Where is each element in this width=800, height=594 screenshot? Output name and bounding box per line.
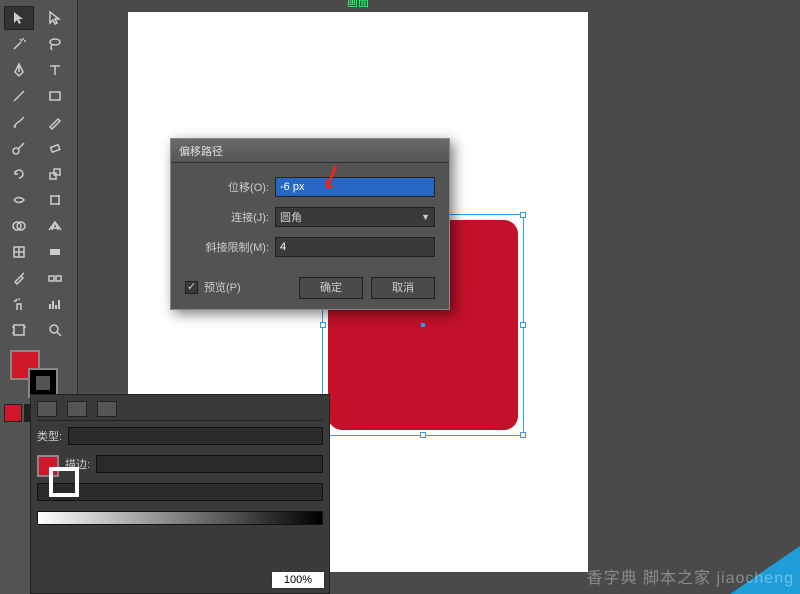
selection-tool[interactable] [4,6,34,30]
width-tool[interactable] [4,188,34,212]
stroke-field[interactable] [96,455,323,473]
graphic-style-select[interactable] [68,427,323,445]
rectangle-tool[interactable] [40,84,70,108]
panel-tabs [37,401,323,421]
zoom-level[interactable]: 100% [271,571,325,589]
join-select[interactable]: 圆角 ▼ [275,207,435,227]
annotation-arrow-icon [324,164,338,192]
fill-stroke-swatches[interactable] [4,350,73,396]
gradient-slider[interactable] [37,511,323,525]
resize-handle[interactable] [520,212,526,218]
offset-path-dialog: 偏移路径 位移(O): 连接(J): 圆角 ▼ 斜接限制(M): [170,138,450,310]
offset-label: 位移(O): [185,179,269,195]
color-mode-color[interactable] [4,404,22,422]
perspective-grid-tool[interactable] [40,214,70,238]
miter-input[interactable] [275,237,435,257]
shape-builder-tool[interactable] [4,214,34,238]
paintbrush-tool[interactable] [4,110,34,134]
opacity-field[interactable] [37,483,323,501]
panel-tab[interactable] [97,401,117,417]
mesh-tool[interactable] [4,240,34,264]
bottom-panel-group: 类型: 描边: 100% [30,394,330,594]
cancel-button[interactable]: 取消 [371,277,435,299]
symbol-sprayer-tool[interactable] [4,292,34,316]
artboard-tool[interactable] [4,318,34,342]
gradient-tool[interactable] [40,240,70,264]
resize-handle[interactable] [320,322,326,328]
dialog-title: 偏移路径 [179,143,223,159]
eyedropper-tool[interactable] [4,266,34,290]
preview-checkbox[interactable] [185,281,198,294]
panel-tab[interactable] [67,401,87,417]
rotate-tool[interactable] [4,162,34,186]
ok-button[interactable]: 确定 [299,277,363,299]
join-label: 连接(J): [185,209,269,225]
panel-tab[interactable] [37,401,57,417]
type-label: 类型: [37,428,62,444]
zoom-tool[interactable] [40,318,70,342]
column-graph-tool[interactable] [40,292,70,316]
chevron-down-icon: ▼ [421,212,430,222]
lasso-tool[interactable] [40,32,70,56]
type-tool[interactable] [40,58,70,82]
pen-tool[interactable] [4,58,34,82]
appearance-fill-swatch[interactable] [37,455,59,477]
center-point-icon [421,323,425,327]
preview-label: 预览(P) [204,279,241,295]
direct-selection-tool[interactable] [40,6,70,30]
line-segment-tool[interactable] [4,84,34,108]
scale-tool[interactable] [40,162,70,186]
blob-brush-tool[interactable] [4,136,34,160]
magic-wand-tool[interactable] [4,32,34,56]
free-transform-tool[interactable] [40,188,70,212]
resize-handle[interactable] [420,432,426,438]
eraser-tool[interactable] [40,136,70,160]
join-value: 圆角 [280,209,302,225]
watermark-corner [730,546,800,594]
offset-input[interactable] [275,177,435,197]
pencil-tool[interactable] [40,110,70,134]
miter-label: 斜接限制(M): [185,239,269,255]
resize-handle[interactable] [520,432,526,438]
resize-handle[interactable] [520,322,526,328]
artboard-label: 画面 [345,0,371,10]
dialog-titlebar[interactable]: 偏移路径 [171,139,449,163]
blend-tool[interactable] [40,266,70,290]
